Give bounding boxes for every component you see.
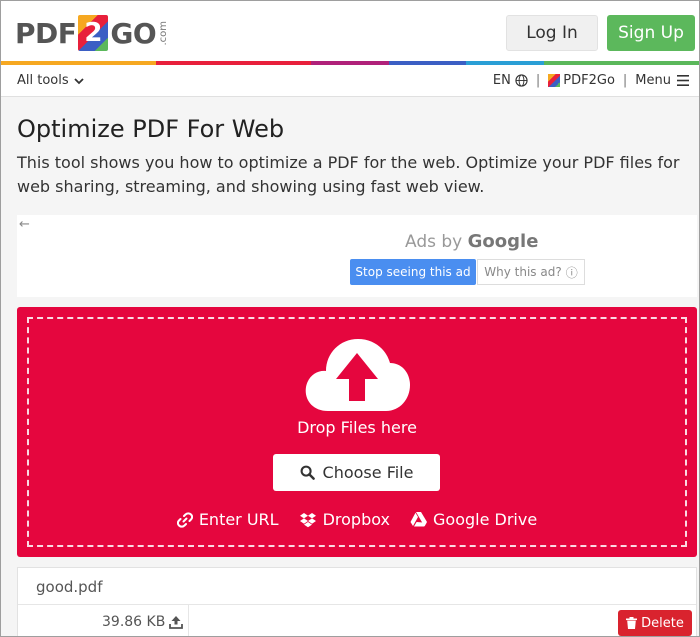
site-header: PDF 2 GO .com Log In Sign Up xyxy=(1,1,699,65)
ad-container: ← Ads by Google Stop seeing this ad Why … xyxy=(17,215,697,297)
nav-brand-label: PDF2Go xyxy=(563,73,615,88)
ad-back-arrow-icon[interactable]: ← xyxy=(19,217,30,232)
menu-label: Menu xyxy=(635,73,671,88)
drop-files-text: Drop Files here xyxy=(297,418,417,437)
logo-text-com: .com xyxy=(158,20,170,46)
ads-by-google-label: Ads by Google xyxy=(405,231,538,252)
all-tools-dropdown[interactable]: All tools xyxy=(17,73,85,88)
nav-separator: | xyxy=(535,73,541,88)
enter-url-label: Enter URL xyxy=(198,510,279,529)
language-label: EN xyxy=(492,73,511,88)
google-drive-link[interactable]: Google Drive xyxy=(410,510,537,529)
enter-url-link[interactable]: Enter URL xyxy=(176,510,279,529)
pdf2go-logo[interactable]: PDF 2 GO .com xyxy=(15,13,169,53)
chevron-down-icon xyxy=(74,77,84,84)
why-this-ad-label: Why this ad? xyxy=(484,265,562,279)
logo-text-go: GO xyxy=(110,16,157,50)
delete-label: Delete xyxy=(641,615,684,631)
ads-by-text: Ads by xyxy=(405,232,463,252)
browser-viewport: PDF 2 GO .com Log In Sign Up All tools E… xyxy=(0,0,700,637)
search-icon xyxy=(300,465,315,480)
stop-seeing-ad-button[interactable]: Stop seeing this ad xyxy=(350,259,476,285)
nav-separator: | xyxy=(622,73,628,88)
page-title: Optimize PDF For Web xyxy=(17,115,285,143)
info-icon: ⓘ xyxy=(565,265,578,280)
file-drop-zone[interactable]: Drop Files here Choose File Enter URL Dr… xyxy=(17,307,697,557)
google-drive-label: Google Drive xyxy=(433,510,538,529)
why-this-ad-button[interactable]: Why this ad? ⓘ xyxy=(477,259,585,285)
logo-text-2: 2 xyxy=(78,15,109,51)
google-drive-icon xyxy=(410,512,428,527)
nav-right: EN | PDF2Go | Menu xyxy=(493,73,689,88)
trash-icon xyxy=(626,617,638,629)
menu-button[interactable]: Menu xyxy=(635,73,689,88)
pdf2go-mini-logo-icon xyxy=(548,74,561,87)
link-icon xyxy=(176,511,193,528)
choose-file-label: Choose File xyxy=(322,463,414,482)
file-size: 39.86 KB xyxy=(102,614,184,630)
google-text: Google xyxy=(467,231,539,252)
delete-file-button[interactable]: Delete xyxy=(618,610,692,636)
logo-text-pdf: PDF xyxy=(15,16,77,50)
choose-file-button[interactable]: Choose File xyxy=(273,454,440,491)
uploaded-file-card: good.pdf 39.86 KB Delete xyxy=(17,567,697,636)
all-tools-label: All tools xyxy=(17,73,69,88)
dropbox-label: Dropbox xyxy=(322,510,391,529)
cloud-upload-icon xyxy=(305,339,410,411)
file-card-vertical-divider xyxy=(188,604,189,636)
dropbox-icon xyxy=(299,512,316,527)
signup-button[interactable]: Sign Up xyxy=(607,15,695,51)
upload-sources: Enter URL Dropbox Google Drive xyxy=(17,510,697,529)
dropbox-link[interactable]: Dropbox xyxy=(299,510,390,529)
file-card-divider xyxy=(18,604,696,605)
nav-brand-link[interactable]: PDF2Go xyxy=(548,73,615,88)
hamburger-icon xyxy=(677,75,689,86)
globe-icon xyxy=(515,74,528,87)
login-button[interactable]: Log In xyxy=(506,15,598,51)
nav-bar: All tools EN | PDF2Go | Menu xyxy=(1,65,699,97)
file-size-value: 39.86 KB xyxy=(102,614,166,630)
upload-complete-icon xyxy=(169,616,184,629)
page-description: This tool shows you how to optimize a PD… xyxy=(17,153,680,196)
language-selector[interactable]: EN xyxy=(493,73,528,88)
file-name: good.pdf xyxy=(36,578,103,596)
